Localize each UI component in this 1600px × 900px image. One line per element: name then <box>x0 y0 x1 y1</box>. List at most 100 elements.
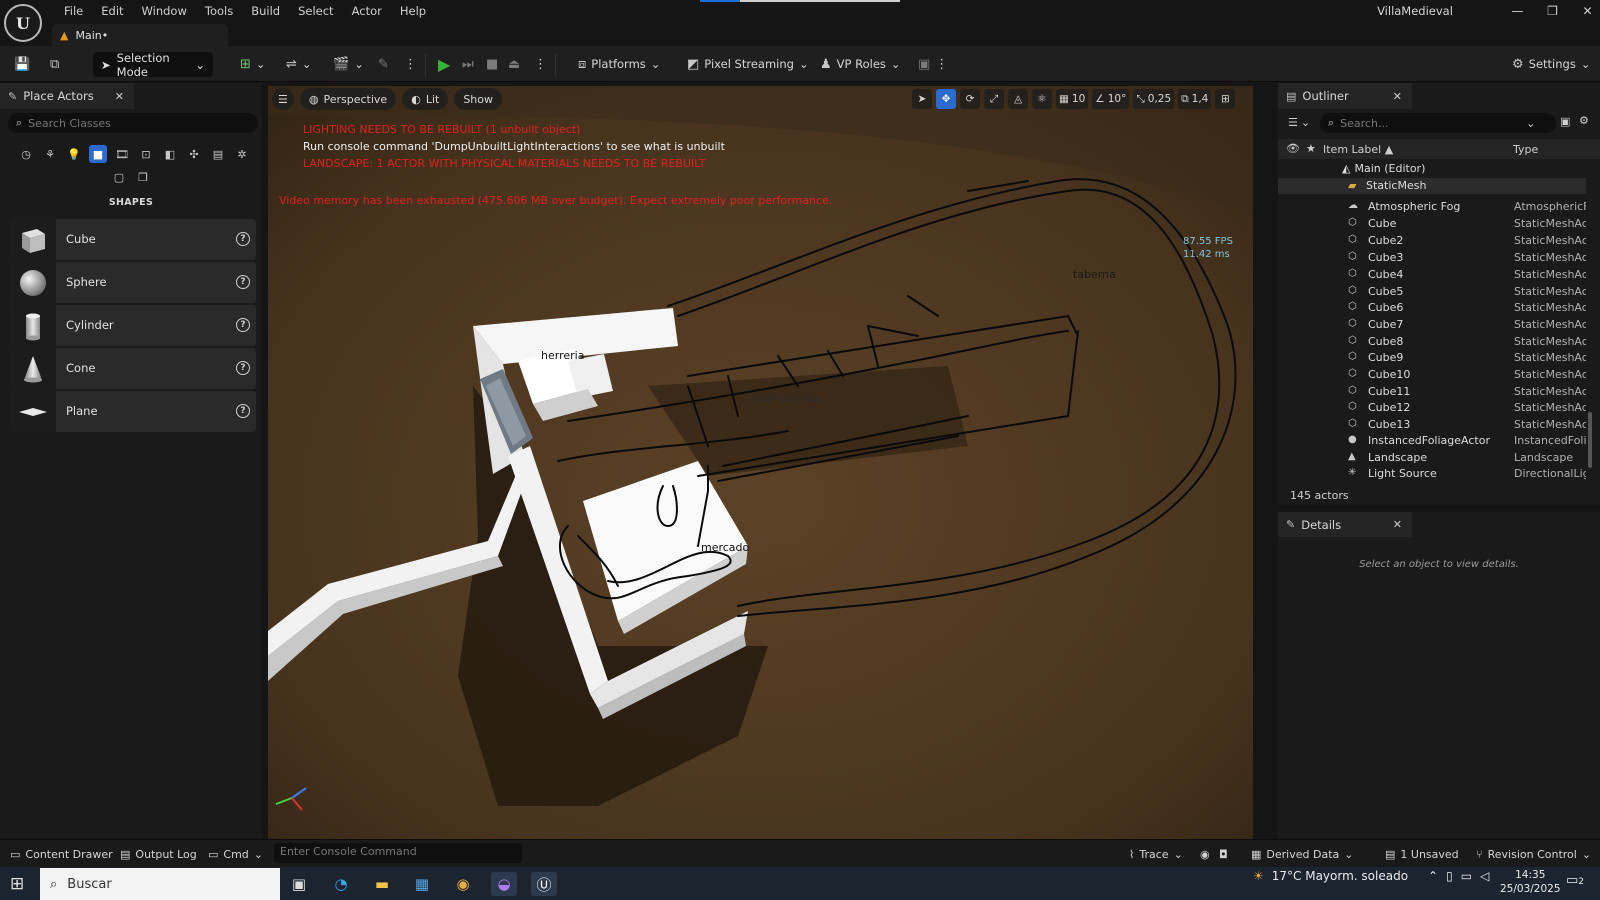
outliner-row[interactable]: ✳ Light Source DirectionalLight <box>1278 467 1586 484</box>
shape-item-sphere[interactable]: Sphere ? <box>10 262 256 303</box>
help-icon[interactable]: ? <box>236 404 250 418</box>
scale-tool-icon[interactable]: ⤢ <box>984 89 1004 109</box>
search-classes-input[interactable] <box>28 116 239 130</box>
rotation-snap-toggle[interactable]: ∠ 10° <box>1092 89 1130 109</box>
windows-start-icon[interactable]: ⊞ <box>10 874 24 894</box>
visibility-icon[interactable]: 👁 <box>1286 142 1300 155</box>
surface-snap-icon[interactable]: ⚛ <box>1032 89 1052 109</box>
notification-button[interactable]: ▭2 <box>1566 873 1584 888</box>
type-column[interactable]: Type <box>1513 143 1538 156</box>
record-button[interactable]: ◉ <box>1200 845 1210 863</box>
save-button[interactable]: 💾 <box>14 52 30 76</box>
cmd-dropdown[interactable]: ▭ Cmd ⌄ <box>208 845 263 863</box>
play-options-button[interactable]: ⋮ <box>534 52 547 76</box>
unreal-taskbar-icon[interactable]: Ⓤ <box>531 872 557 896</box>
lights-icon[interactable]: 💡 <box>65 145 83 163</box>
unreal-logo[interactable]: U <box>4 4 42 42</box>
menu-actor[interactable]: Actor <box>343 4 391 18</box>
show-dropdown[interactable]: Show <box>454 88 502 110</box>
recent-icon[interactable]: ◷ <box>17 145 35 163</box>
outliner-row[interactable]: ⬡ Cube9 StaticMeshActor <box>1278 351 1586 368</box>
outliner-row[interactable]: ⬡ Cube10 StaticMeshActor <box>1278 368 1586 385</box>
basic-icon[interactable]: ⚘ <box>41 145 59 163</box>
details-tab[interactable]: ✎ Details ✕ <box>1278 512 1412 537</box>
menu-tools[interactable]: Tools <box>196 4 242 18</box>
outliner-row[interactable]: ⬡ Cube2 StaticMeshActor <box>1278 234 1586 251</box>
file-explorer-icon[interactable]: ▬ <box>369 872 395 896</box>
extra-category-icon[interactable]: ✲ <box>233 145 251 163</box>
volumes-icon[interactable]: ✣ <box>185 145 203 163</box>
help-icon[interactable]: ? <box>236 232 250 246</box>
shapes-icon[interactable]: ■ <box>89 145 107 163</box>
maximize-button[interactable]: ❐ <box>1535 4 1570 18</box>
geometry-icon[interactable]: ◧ <box>161 145 179 163</box>
shape-item-cube[interactable]: Cube ? <box>10 219 256 260</box>
outliner-row[interactable]: ⬡ Cube4 StaticMeshActor <box>1278 268 1586 285</box>
pixel-streaming-dropdown[interactable]: ◩ Pixel Streaming ⌄ <box>687 52 809 76</box>
content-drawer-button[interactable]: ▭ Content Drawer <box>10 845 113 863</box>
outliner-row[interactable]: ● InstancedFoliageActor InstancedFoliageAc… <box>1278 434 1586 451</box>
rotate-tool-icon[interactable]: ⟳ <box>960 89 980 109</box>
outliner-root[interactable]: ◭ Main (Editor) <box>1342 162 1425 175</box>
menu-edit[interactable]: Edit <box>92 4 132 18</box>
tray-chevron-icon[interactable]: ⌃ <box>1428 869 1438 883</box>
category-copy-icon[interactable]: ❐ <box>134 168 152 186</box>
perspective-dropdown[interactable]: ◍ Perspective <box>299 88 397 110</box>
chrome-icon[interactable]: ◉ <box>450 872 476 896</box>
stop-button[interactable]: ■ <box>486 52 498 76</box>
viewport-menu-button[interactable]: ☰ <box>272 88 294 110</box>
close-window-button[interactable]: ✕ <box>1570 4 1600 18</box>
console-command-field[interactable] <box>274 843 522 863</box>
outliner-row[interactable]: ⬡ Cube3 StaticMeshActor <box>1278 251 1586 268</box>
shape-item-cone[interactable]: Cone ? <box>10 348 256 389</box>
menu-help[interactable]: Help <box>391 4 435 18</box>
select-tool-icon[interactable]: ➤ <box>912 89 932 109</box>
vp-extra-button[interactable]: ▣ ⋮ <box>918 52 948 76</box>
all-classes-icon[interactable]: ▤ <box>209 145 227 163</box>
clock[interactable]: 14:35 25/03/2025 <box>1500 868 1561 896</box>
world-space-icon[interactable]: ◬ <box>1008 89 1028 109</box>
outliner-row[interactable]: ☁ Atmospheric Fog AtmosphericFog <box>1278 200 1586 217</box>
menu-select[interactable]: Select <box>289 4 342 18</box>
derived-data-dropdown[interactable]: ▦ Derived Data ⌄ <box>1251 845 1353 863</box>
grid-snap-toggle[interactable]: ▦ 10 <box>1056 89 1089 109</box>
camera-speed-button[interactable]: ⧉ 1,4 <box>1178 89 1212 109</box>
gear-icon[interactable]: ⚙ <box>1579 114 1589 127</box>
outliner-row[interactable]: ⬡ Cube5 StaticMeshActor <box>1278 285 1586 302</box>
outliner-search-input[interactable] <box>1340 116 1521 130</box>
close-icon[interactable]: ✕ <box>115 90 124 103</box>
cinematic-icon[interactable]: 🎞 <box>113 145 131 163</box>
menu-build[interactable]: Build <box>242 4 289 18</box>
volume-icon[interactable]: ◁ <box>1480 869 1489 883</box>
step-button[interactable]: ⏭ <box>462 52 474 76</box>
outliner-scrollbar[interactable] <box>1588 412 1592 468</box>
eject-button[interactable]: ⏏ <box>508 52 520 76</box>
outliner-row[interactable]: ⬡ Cube7 StaticMeshActor <box>1278 318 1586 335</box>
task-view-icon[interactable]: ▣ <box>286 872 312 896</box>
add-folder-icon[interactable]: ▣ <box>1560 115 1570 128</box>
outliner-row[interactable]: ⬡ Cube StaticMeshActor <box>1278 217 1586 234</box>
store-icon[interactable]: ▦ <box>409 872 435 896</box>
outliner-tab[interactable]: ▤ Outliner ✕ <box>1278 83 1412 109</box>
output-log-button[interactable]: ▤ Output Log <box>120 845 197 863</box>
revision-control-dropdown[interactable]: ⑂ Revision Control ⌄ <box>1476 845 1591 863</box>
outliner-row[interactable]: ▲ Landscape Landscape <box>1278 451 1586 468</box>
scale-snap-toggle[interactable]: ⤡ 0,25 <box>1133 89 1175 109</box>
close-icon[interactable]: ✕ <box>1393 518 1402 531</box>
more-options-button[interactable]: ⋮ <box>404 52 417 76</box>
filter-button[interactable]: ☰ ⌄ <box>1288 116 1310 129</box>
settings-dropdown[interactable]: ⚙ Settings ⌄ <box>1512 52 1590 76</box>
place-actors-tab[interactable]: ✎ Place Actors ✕ <box>0 83 134 109</box>
outliner-row[interactable]: ⬡ Cube12 StaticMeshActor <box>1278 401 1586 418</box>
menu-file[interactable]: File <box>55 4 92 18</box>
help-icon[interactable]: ? <box>236 361 250 375</box>
minimize-button[interactable]: — <box>1500 4 1535 18</box>
discord-icon[interactable]: ◒ <box>491 872 517 896</box>
menu-window[interactable]: Window <box>133 4 196 18</box>
level-tab-main[interactable]: ▲ Main• <box>52 24 228 46</box>
weather-label[interactable]: 17°C Mayorm. soleado <box>1272 869 1408 883</box>
meet-icon[interactable]: ▯ <box>1446 869 1453 883</box>
outliner-row[interactable]: ⬡ Cube8 StaticMeshActor <box>1278 335 1586 352</box>
lit-dropdown[interactable]: ◐ Lit <box>402 88 449 110</box>
outliner-search-field[interactable]: ⌕ ⌄ <box>1320 113 1556 133</box>
